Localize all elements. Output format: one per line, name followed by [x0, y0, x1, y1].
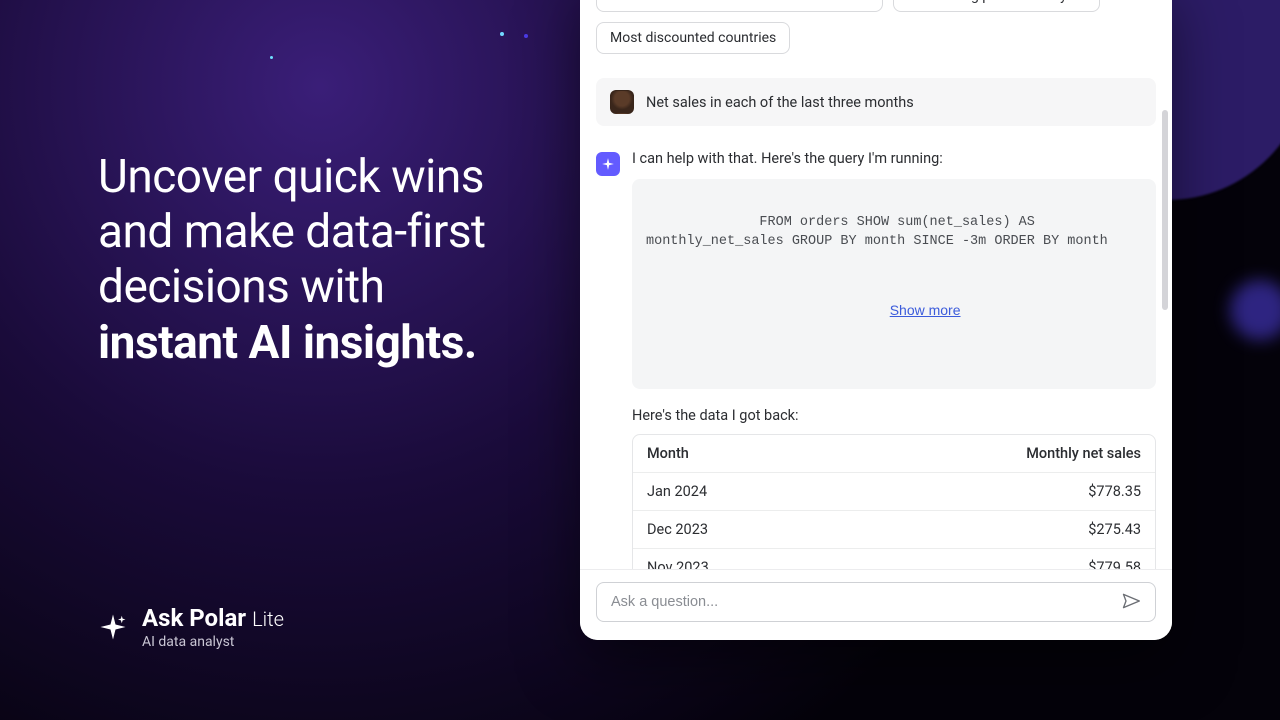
send-button[interactable]	[1117, 587, 1145, 618]
table-cell-month: Dec 2023	[647, 521, 708, 538]
hero-line-3: decisions with	[98, 260, 384, 314]
question-input[interactable]	[611, 594, 1117, 610]
data-heading: Here's the data I got back:	[632, 407, 1156, 424]
assistant-intro-text: I can help with that. Here's the query I…	[632, 150, 1156, 167]
user-message: Net sales in each of the last three mont…	[596, 78, 1156, 126]
table-row: Jan 2024 $778.35	[633, 472, 1155, 510]
suggestion-chip[interactable]: Most discounted countries	[596, 22, 790, 54]
hero-line-2: and make data-first	[98, 205, 486, 259]
chat-panel: Net sales in each of the last three mont…	[580, 0, 1172, 640]
brand-logo-icon	[98, 612, 128, 642]
hero-line-1: Uncover quick wins	[98, 150, 484, 204]
assistant-message: I can help with that. Here's the query I…	[596, 150, 1156, 569]
results-table: Month Monthly net sales Jan 2024 $778.35…	[632, 434, 1156, 569]
table-cell-month: Jan 2024	[647, 483, 707, 500]
table-header: Month Monthly net sales	[633, 435, 1155, 472]
table-cell-value: $778.35	[1088, 483, 1141, 500]
user-message-text: Net sales in each of the last three mont…	[646, 94, 914, 111]
sparkle-icon	[596, 152, 620, 176]
brand-name: Ask Polar	[142, 604, 246, 632]
suggestion-chips: Net sales in each of the last three mont…	[596, 0, 1156, 54]
chat-scroll-area[interactable]: Net sales in each of the last three mont…	[580, 0, 1172, 569]
query-text: FROM orders SHOW sum(net_sales) AS month…	[646, 215, 1108, 250]
hero-line-bold: instant AI insights.	[98, 316, 477, 370]
table-header-month: Month	[647, 445, 689, 462]
composer	[580, 569, 1172, 640]
brand-tagline: AI data analyst	[142, 634, 284, 650]
suggestion-chip[interactable]: Net sales in each of the last three mont…	[596, 0, 883, 12]
user-avatar	[610, 90, 634, 114]
query-code-block: FROM orders SHOW sum(net_sales) AS month…	[632, 179, 1156, 389]
composer-field[interactable]	[596, 582, 1156, 622]
suggestion-chip[interactable]: Best-selling product this year	[893, 0, 1101, 12]
table-header-value: Monthly net sales	[1026, 445, 1141, 462]
table-cell-value: $275.43	[1088, 521, 1141, 538]
brand-lockup: Ask Polar Lite AI data analyst	[98, 604, 580, 650]
show-more-link[interactable]: Show more	[890, 302, 961, 318]
scrollbar-thumb[interactable]	[1162, 110, 1168, 310]
table-row: Dec 2023 $275.43	[633, 510, 1155, 548]
table-cell-month: Nov 2023	[647, 559, 709, 569]
brand-variant: Lite	[252, 607, 284, 631]
hero-headline: Uncover quick wins and make data-first d…	[98, 150, 580, 371]
send-icon	[1121, 591, 1141, 611]
table-cell-value: $779.58	[1088, 559, 1141, 569]
table-row: Nov 2023 $779.58	[633, 548, 1155, 569]
